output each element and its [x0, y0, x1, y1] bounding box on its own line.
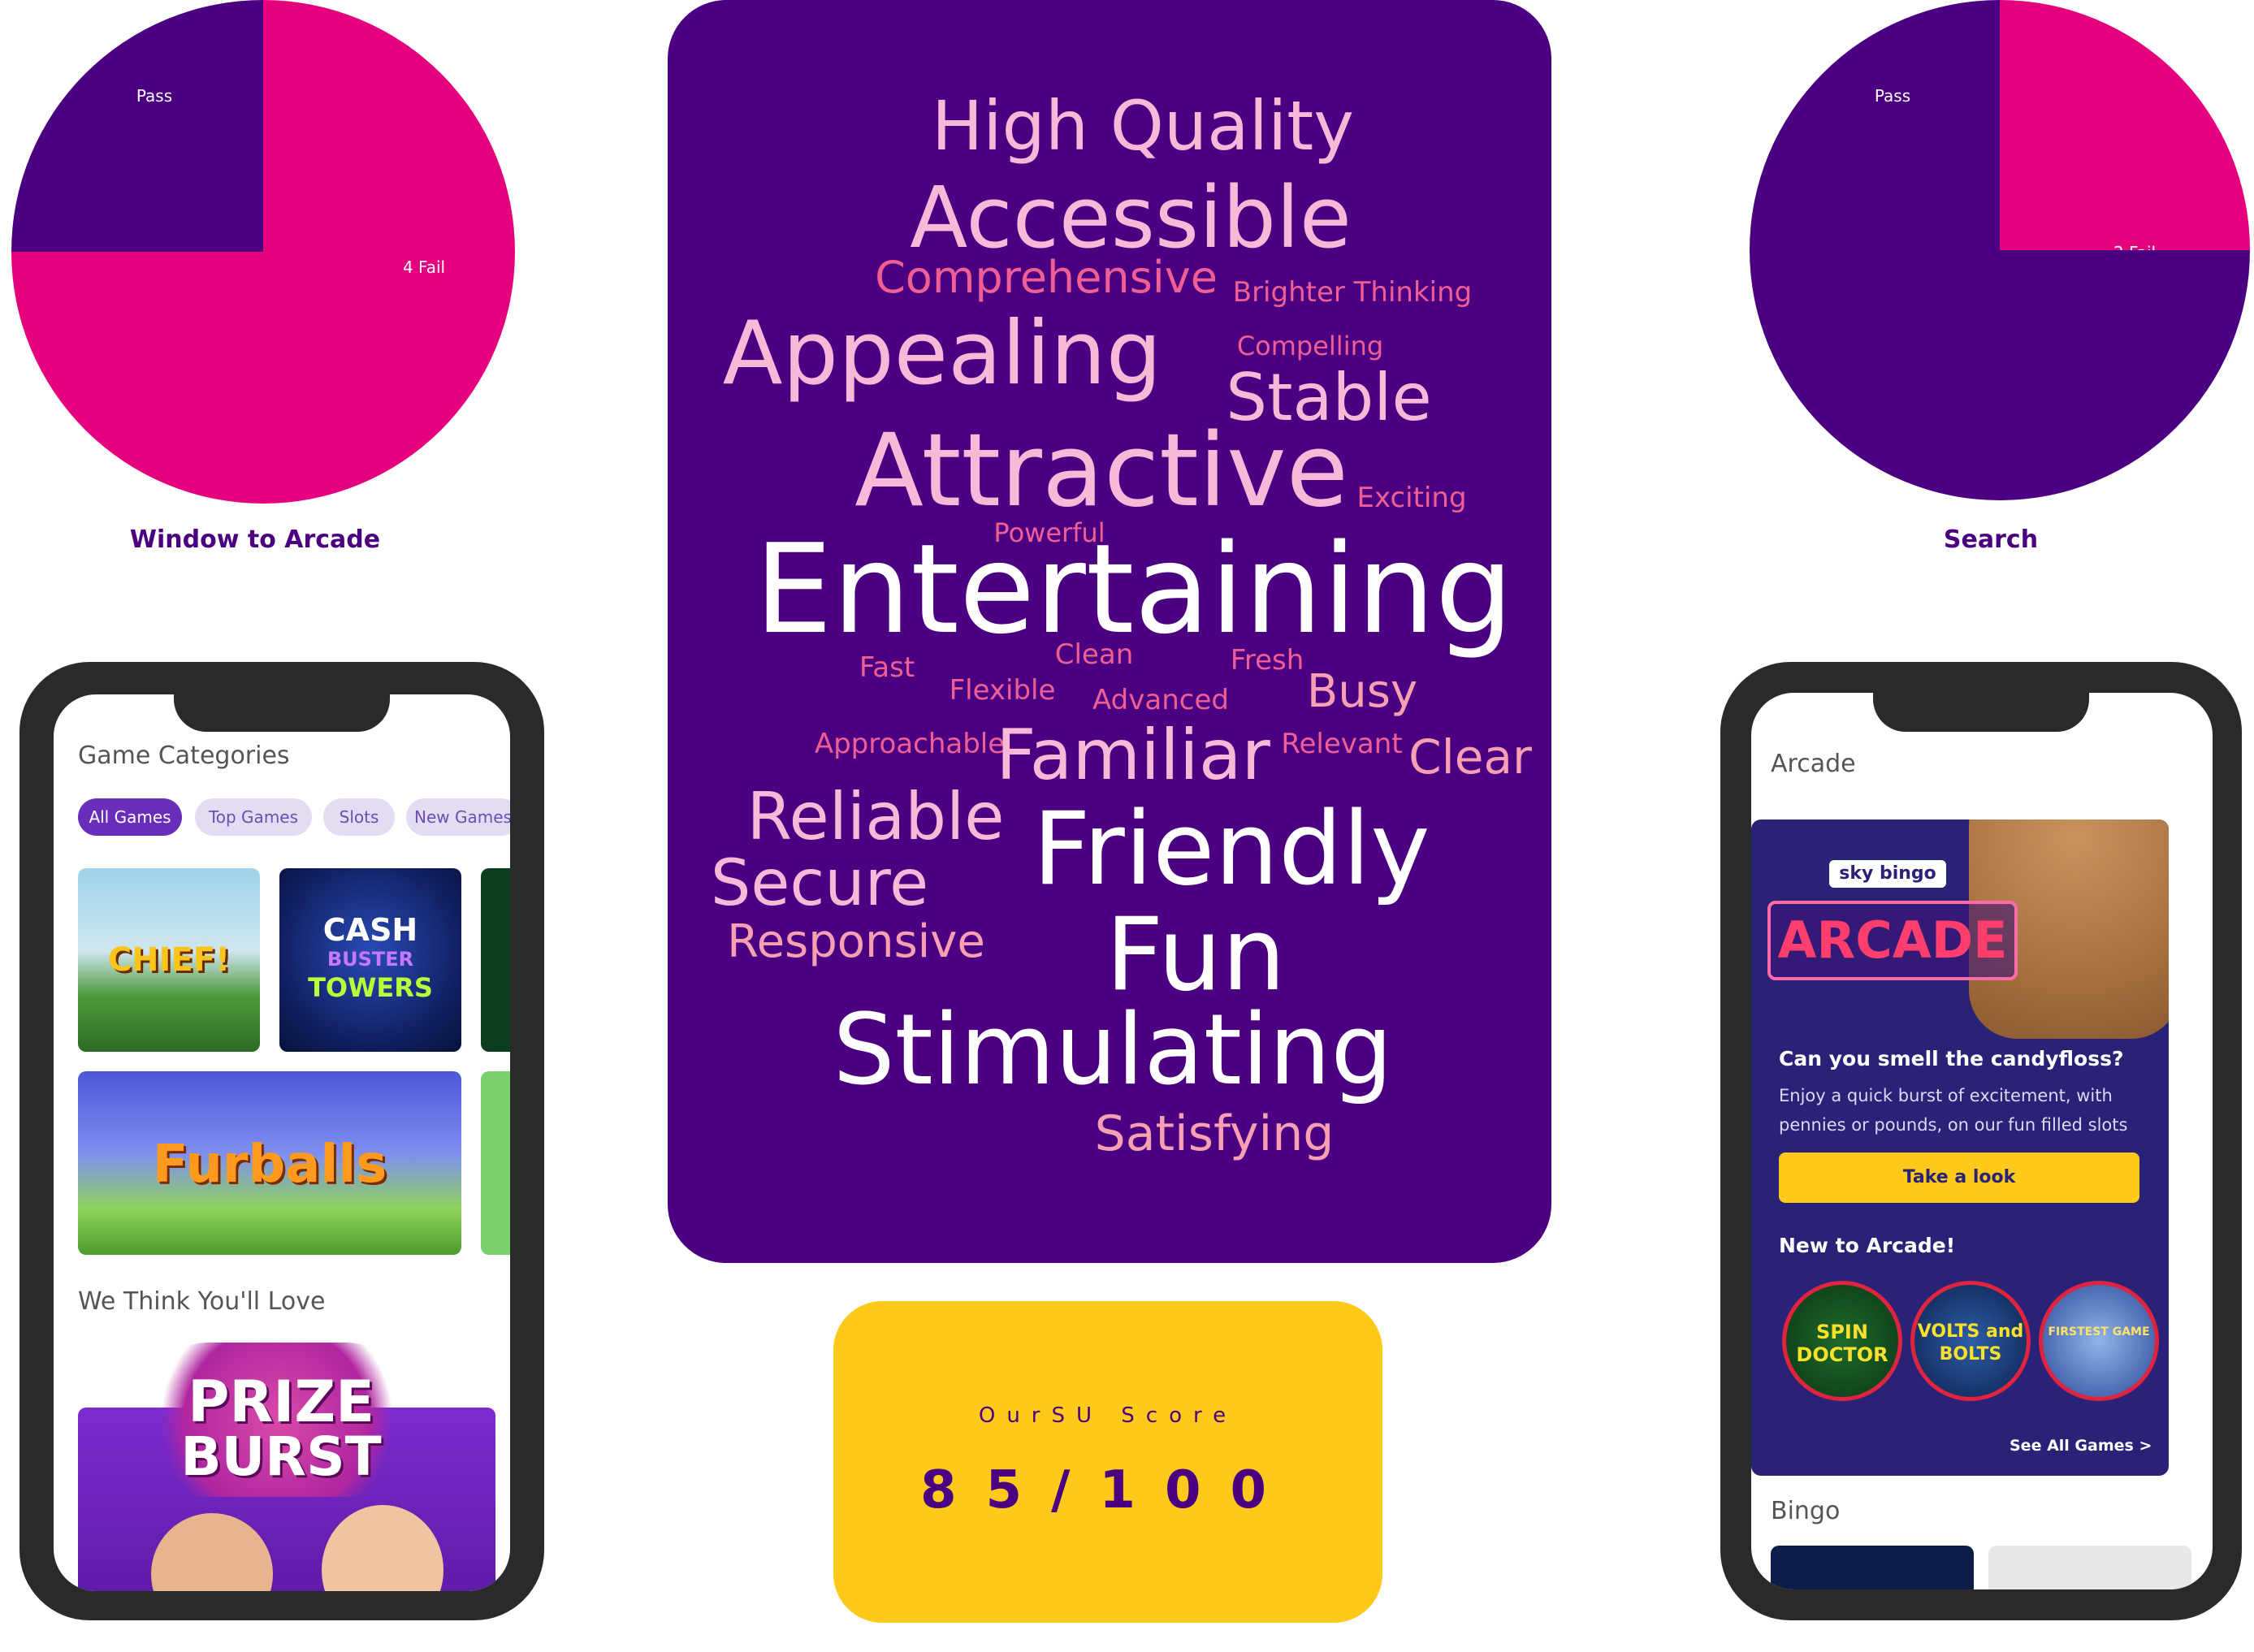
game-title-towers: TOWERS: [308, 972, 433, 1003]
cloud-word-fast: Fast: [859, 651, 915, 684]
cloud-word-advanced: Advanced: [1092, 684, 1229, 716]
bingo-section-title: Bingo: [1771, 1497, 1841, 1525]
arcade-logo: ARCADE: [1767, 901, 2018, 980]
right-phone-frame: Arcade sky bingo ARCADE Can you smell th…: [1720, 662, 2242, 1620]
left-phone-screen: Game Categories All Games Top Games Slot…: [54, 694, 510, 1591]
cloud-word-accessible: Accessible: [910, 168, 1352, 267]
cloud-word-exciting: Exciting: [1356, 482, 1467, 514]
sky-bingo-badge: sky bingo: [1829, 860, 1946, 888]
pie-title-window-to-arcade: Window to Arcade: [129, 525, 381, 554]
chip-top-games[interactable]: Top Games: [195, 798, 312, 836]
game-title-chief: CHIEF!: [107, 941, 231, 979]
cloud-word-secure: Secure: [710, 847, 929, 920]
pie-label: 4 Fail: [403, 257, 445, 277]
cloud-word-high-quality: High Quality: [932, 86, 1354, 166]
right-phone-screen: Arcade sky bingo ARCADE Can you smell th…: [1751, 693, 2213, 1589]
promo-title-burst: BURST: [180, 1425, 382, 1488]
arcade-banner[interactable]: sky bingo ARCADE Can you smell the candy…: [1751, 820, 2169, 1476]
cloud-word-busy: Busy: [1306, 665, 1418, 718]
right-phone-notch: [1873, 693, 2089, 732]
cloud-word-familiar: Familiar: [996, 715, 1270, 796]
left-phone-notch: [174, 693, 390, 732]
cloud-word-reliable: Reliable: [746, 779, 1005, 854]
chip-slots[interactable]: Slots: [323, 798, 395, 836]
cloud-word-appealing: Appealing: [722, 303, 1162, 404]
cloud-word-flexible: Flexible: [949, 674, 1056, 707]
game-tile-cash-buster-towers[interactable]: CASH BUSTER TOWERS: [279, 868, 461, 1052]
take-a-look-button[interactable]: Take a look: [1779, 1153, 2139, 1203]
left-phone-frame: Game Categories All Games Top Games Slot…: [19, 662, 544, 1620]
game-tile-chief[interactable]: CHIEF!: [78, 868, 260, 1052]
pie-slice-pass: [11, 0, 263, 252]
round-game-title: VOLTS and BOLTS: [1917, 1321, 2024, 1364]
cloud-word-clean: Clean: [1054, 638, 1134, 671]
game-tile-furballs[interactable]: Furballs: [78, 1071, 461, 1255]
round-game-title: SPIN DOCTOR: [1796, 1321, 1888, 1366]
see-all-games-link[interactable]: See All Games >: [2010, 1437, 2152, 1455]
score-value: 85/100: [919, 1460, 1296, 1520]
round-game-spin-doctor[interactable]: SPIN DOCTOR: [1782, 1281, 1902, 1401]
chip-new-games[interactable]: New Games: [406, 798, 510, 836]
game-categories-title: Game Categories: [78, 742, 290, 770]
bingo-tile-1[interactable]: [1771, 1546, 1974, 1589]
round-game-third[interactable]: FIRSTEST GAME: [2039, 1281, 2159, 1401]
cloud-word-fun: Fun: [1105, 897, 1286, 1014]
new-to-arcade-title: New to Arcade!: [1779, 1234, 1956, 1257]
recommend-title: We Think You'll Love: [78, 1287, 326, 1316]
arcade-section-title: Arcade: [1771, 750, 1856, 778]
pie-label: Pass: [136, 86, 172, 106]
cloud-word-attractive: Attractive: [854, 413, 1348, 530]
arcade-headline: Can you smell the candyfloss?: [1779, 1047, 2124, 1070]
word-cloud-card: High Quality Accessible Comprehensive Brigh…: [668, 0, 1551, 1263]
cloud-word-compelling: Compelling: [1236, 331, 1384, 361]
score-card: OurSU Score 85/100: [833, 1301, 1382, 1623]
game-tile-partial[interactable]: [481, 868, 510, 1052]
cloud-word-brighter-thinking: Brighter Thinking: [1232, 276, 1473, 309]
bingo-tile-2[interactable]: [1988, 1546, 2191, 1589]
cloud-word-entertaining: Entertaining: [754, 517, 1514, 661]
chip-all-games[interactable]: All Games: [78, 798, 182, 836]
game-title-buster: BUSTER: [327, 948, 414, 971]
game-title-cash: CASH: [322, 912, 418, 948]
round-game-volts-and-bolts[interactable]: VOLTS and BOLTS: [1910, 1281, 2031, 1401]
cloud-word-relevant: Relevant: [1281, 728, 1403, 760]
game-tile-partial-2[interactable]: [481, 1071, 510, 1255]
cloud-word-stimulating: Stimulating: [833, 994, 1393, 1107]
cloud-word-comprehensive: Comprehensive: [875, 252, 1218, 303]
score-label: OurSU Score: [978, 1403, 1238, 1428]
cloud-word-approachable: Approachable: [814, 728, 1006, 760]
round-game-title: FIRSTEST GAME: [2048, 1325, 2150, 1338]
pie-chart-window-to-arcade: Pass 4 Fail: [11, 0, 515, 504]
pie-slice-2-fail: [2000, 0, 2250, 250]
pie-label: Pass: [1875, 86, 1910, 106]
pie-chart-search: 2 FailPass: [1750, 0, 2250, 500]
cloud-word-friendly: Friendly: [1032, 791, 1430, 908]
cloud-word-satisfying: Satisfying: [1094, 1105, 1335, 1162]
pie-title-search: Search: [1943, 525, 2039, 554]
game-title-furballs: Furballs: [152, 1135, 387, 1195]
cloud-word-clear: Clear: [1408, 729, 1532, 785]
arcade-body: Enjoy a quick burst of excitement, with …: [1779, 1086, 2128, 1135]
cloud-word-fresh: Fresh: [1230, 644, 1304, 677]
cloud-word-responsive: Responsive: [727, 915, 985, 968]
